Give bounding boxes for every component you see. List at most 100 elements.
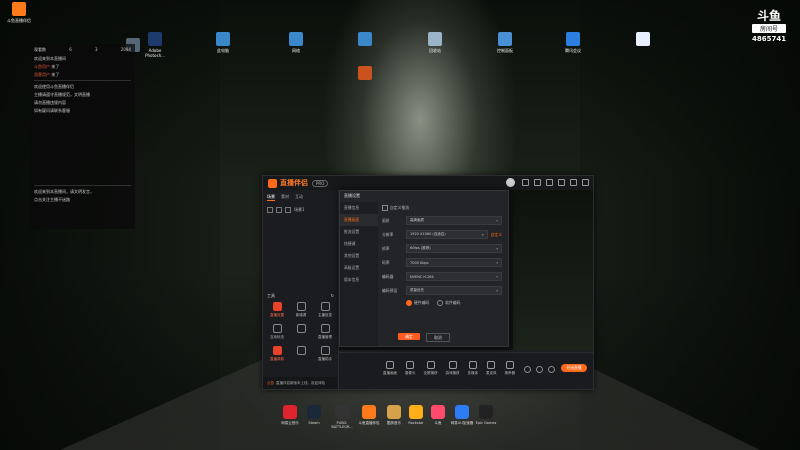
settings-nav-item[interactable]: 直播信息 [340,202,378,214]
source-screen[interactable]: 直播画面 [383,361,397,376]
desktop-icon[interactable]: 控制面板 [490,32,520,53]
tool-camera[interactable]: 直播设置 [265,302,289,318]
tool-record[interactable]: 直播录制 [265,346,289,362]
kugou-icon [387,405,401,419]
source-webcam[interactable]: 摄像头 [405,361,416,376]
desktop-icon[interactable]: 腾讯会议 [558,32,588,53]
steam-icon [307,405,321,419]
settings-row-label: 画质 [382,217,390,223]
taskbar-app[interactable]: Epic Games [472,405,500,425]
settings-nav-item[interactable]: 直播画面 [340,214,378,226]
settings-row-label: 编码预设 [382,287,398,293]
source-label: 摄像头 [405,371,416,375]
desktop-icon[interactable] [628,32,658,48]
menu-icon[interactable] [522,179,529,186]
desktop-icon[interactable]: 斗鱼直播伴侣 [4,2,34,23]
settings-row-label: 码率 [382,259,390,265]
tab-material[interactable]: 素材 [281,194,289,201]
settings-nav-item[interactable]: 高级设置 [340,262,378,274]
version-badge[interactable]: PRO [312,179,329,187]
minimize-icon[interactable] [558,179,565,186]
skin-icon[interactable] [534,179,541,186]
tool-label: 互动玩法 [270,335,284,339]
radio-software[interactable] [437,300,444,306]
volume-icon[interactable] [536,366,543,373]
settings-row: 画质 高清画质 ▾ [382,216,502,225]
tool-manage[interactable]: 直播管理 [313,324,337,340]
chat-line: 斗鱼用户 来了 [34,64,60,69]
desktop-icon-label: 控制面板 [497,48,513,53]
settings-select[interactable]: 质量优先 ▾ [406,286,502,295]
stats-icon[interactable] [524,366,531,373]
webcam-icon [406,361,415,369]
network-icon [289,32,303,46]
source-game-capture[interactable]: 游戏捕获 [446,361,460,376]
user-icon [320,302,330,311]
settings-select[interactable]: 7000 Kbps ▾ [406,258,502,267]
rockstar-icon [409,405,423,419]
desktop-icon[interactable] [350,66,380,82]
custom-stream-row[interactable]: 自定义推流 [382,205,502,211]
refresh-icon[interactable]: ↻ [331,293,334,299]
game-icon [272,324,282,333]
desktop-icon[interactable] [350,32,380,48]
cancel-button[interactable]: 取消 [426,333,450,342]
encoder-type-row: 硬件编码 软件编码 [382,300,502,306]
more-icon[interactable] [548,366,555,373]
close-icon[interactable] [582,179,589,186]
settings-icon[interactable] [546,179,553,186]
photoshop-icon [148,32,162,46]
go-live-button[interactable]: 开始直播 [561,364,587,372]
checkbox-icon[interactable] [267,207,273,213]
settings-link[interactable]: 自定义 [491,232,502,238]
chevron-down-icon: ▾ [496,218,498,223]
source-mic[interactable]: 麦克风 [486,361,497,376]
settings-nav-item[interactable]: 快捷键 [340,238,378,250]
settings-nav-item[interactable]: 其他设置 [340,250,378,262]
ok-button[interactable]: 确定 [398,333,420,340]
scene-item[interactable]: 场景1 [267,207,334,213]
settings-select[interactable]: 1920 X1080 (自适应) ▾ [406,230,488,239]
settings-select[interactable]: 高清画质 ▾ [406,216,502,225]
like-count: 3 [95,47,98,52]
tab-interact[interactable]: 互动 [295,194,303,201]
source-media[interactable]: 多媒体 [468,361,478,376]
eye-icon[interactable] [285,207,291,213]
maximize-icon[interactable] [570,179,577,186]
settings-row-label: 帧率 [382,245,390,251]
settings-nav-item[interactable]: 版本信息 [340,274,378,286]
settings-select[interactable]: NVENC H.264 ▾ [406,272,502,281]
tool-calendar[interactable]: 直播助手 [313,346,337,362]
viewer-label: 观看数 [34,47,46,52]
tool-gift[interactable] [289,346,313,362]
source-capture[interactable]: 全屏捕获 [424,361,438,376]
desktop-icon[interactable]: Adobe Photosh... [140,32,170,58]
lock-icon[interactable] [276,207,282,213]
taskbar-app[interactable]: PUBG: BATTLEGR... [328,405,356,429]
avatar[interactable] [506,178,515,187]
settings-nav-item[interactable]: 推流设置 [340,226,378,238]
settings-select[interactable]: 60fps (推荐) ▾ [406,244,502,253]
control-panel-icon [498,32,512,46]
radio-hardware[interactable] [406,300,412,306]
desktop-icon[interactable]: 网络 [281,32,311,53]
tool-chart[interactable] [289,324,313,340]
tool-user[interactable]: 主播信息 [313,302,337,318]
source-speaker[interactable]: 扬声器 [505,361,515,376]
tab-scene[interactable]: 场景 [267,194,275,201]
epic-icon [479,405,493,419]
uu-icon [455,405,469,419]
custom-stream-checkbox[interactable] [382,205,388,211]
settings-select-value: 质量优先 [410,288,424,292]
taskbar-app[interactable]: 斗鱼直播伴侣 [355,405,383,425]
title-bar[interactable]: 直播伴侣 PRO [263,176,593,190]
taskbar-app[interactable]: Steam [300,405,328,425]
tool-add-source[interactable]: 新增源 [289,302,313,318]
notice-bar[interactable]: 公告 直播伴侣新版本上线，欢迎体验 [263,377,338,389]
tool-game[interactable]: 互动玩法 [265,324,289,340]
desktop-icon[interactable]: 回收站 [420,32,450,53]
record-icon [272,346,282,355]
chat-panel: 观看数 6 3 2094 欢迎来到本直播间 斗鱼用户 来了 游客用户 来了 欢迎… [30,44,135,229]
desktop-icon[interactable]: 此电脑 [208,32,238,53]
settings-title: 直播设置 [344,193,360,198]
